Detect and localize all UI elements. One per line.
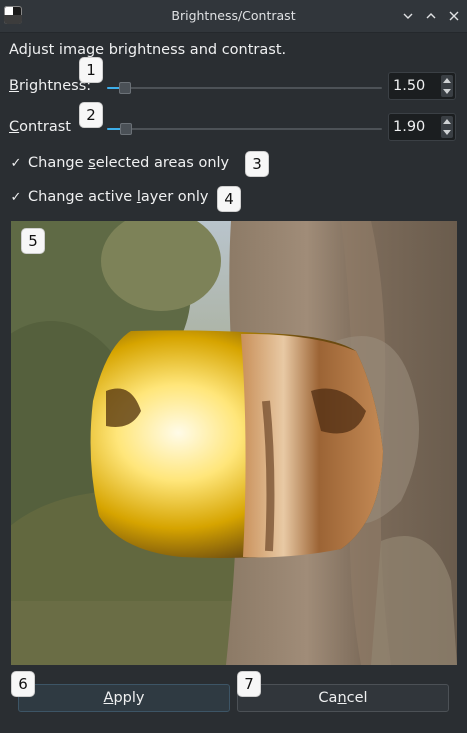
brightness-label: Brightness:	[9, 78, 91, 94]
cancel-button[interactable]: Cancel	[237, 684, 449, 712]
title-bar[interactable]: Brightness/Contrast	[0, 0, 467, 33]
contrast-value-input[interactable]	[393, 118, 437, 136]
brightness-value-input[interactable]	[393, 77, 437, 95]
checkmark-icon[interactable]: ✓	[9, 191, 23, 205]
slider-groove	[107, 87, 382, 89]
brightness-contrast-dialog: Brightness/Contrast Adjust image brightn…	[0, 0, 467, 733]
selected-areas-only-label: Change selected areas only	[28, 155, 230, 171]
cancel-button-label: Cancel	[318, 690, 368, 706]
brightness-spinbox[interactable]	[388, 72, 456, 100]
spin-arrows	[441, 116, 453, 138]
annotation-badge-4: 4	[218, 187, 240, 211]
close-icon[interactable]	[444, 6, 464, 26]
chevron-down-icon[interactable]	[398, 6, 418, 26]
brightness-label-text: Brightness:	[9, 78, 92, 94]
contrast-slider[interactable]	[107, 121, 382, 137]
annotation-badge-6: 6	[12, 672, 34, 696]
annotation-badge-2: 2	[80, 103, 102, 127]
annotation-badge-5: 5	[22, 229, 44, 253]
annotation-badge-7: 7	[238, 672, 260, 696]
preview-image	[11, 221, 457, 665]
window-title: Brightness/Contrast	[171, 8, 296, 23]
annotation-badge-1: 1	[80, 58, 102, 82]
contrast-spinbox[interactable]	[388, 113, 456, 141]
slider-groove	[107, 128, 382, 130]
slider-handle[interactable]	[119, 82, 131, 94]
apply-button-label: Apply	[103, 690, 145, 706]
dialog-description: Adjust image brightness and contrast.	[9, 42, 287, 58]
active-layer-only-label: Change active layer only	[28, 189, 209, 205]
chevron-up-icon[interactable]	[421, 6, 441, 26]
contrast-label: Contrast	[9, 119, 71, 135]
brightness-slider[interactable]	[107, 80, 382, 96]
spin-down-arrow-icon[interactable]	[441, 127, 453, 138]
spin-up-arrow-icon[interactable]	[441, 116, 453, 127]
checkmark-icon[interactable]: ✓	[9, 157, 23, 171]
spin-up-arrow-icon[interactable]	[441, 75, 453, 86]
annotation-badge-3: 3	[246, 152, 268, 176]
spin-down-arrow-icon[interactable]	[441, 86, 453, 97]
slider-handle[interactable]	[120, 123, 132, 135]
contrast-label-text: Contrast	[9, 119, 71, 135]
apply-button[interactable]: Apply	[18, 684, 230, 712]
spin-arrows	[441, 75, 453, 97]
